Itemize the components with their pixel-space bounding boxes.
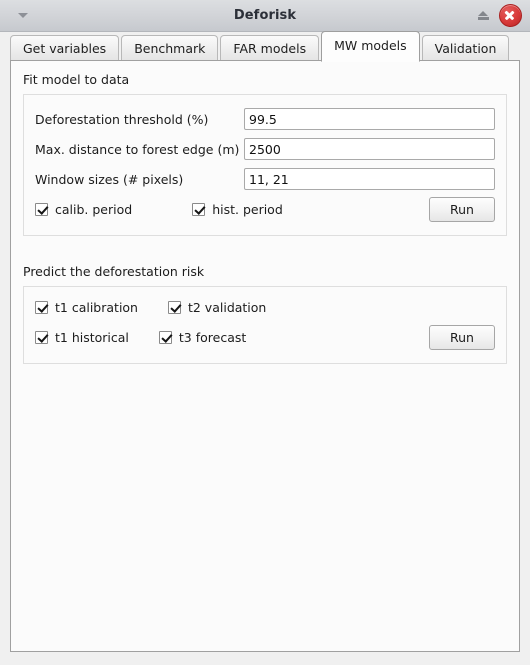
tab-far-models[interactable]: FAR models — [220, 35, 320, 62]
close-icon[interactable] — [499, 4, 522, 27]
checkbox-t1-calibration[interactable]: t1 calibration — [35, 300, 138, 315]
predict-options-row-1: t1 calibration t2 validation — [24, 292, 506, 322]
checkbox-t3-forecast-label: t3 forecast — [178, 329, 247, 345]
title-bar: Deforisk — [0, 0, 530, 32]
checkbox-hist-period[interactable]: hist. period — [192, 202, 283, 217]
fit-run-button[interactable]: Run — [429, 196, 495, 222]
checkbox-calib-period[interactable]: calib. period — [35, 202, 132, 217]
window-controls — [474, 0, 522, 31]
window-sizes-input[interactable] — [244, 168, 495, 190]
tab-bar: Get variables Benchmark FAR models MW mo… — [0, 31, 530, 62]
shade-cap — [478, 11, 488, 16]
checkbox-calib-period-box[interactable] — [35, 202, 48, 216]
predict-section-title: Predict the deforestation risk — [23, 264, 205, 279]
window-shade-icon[interactable] — [474, 7, 492, 25]
checkbox-t1-historical[interactable]: t1 historical — [35, 330, 129, 345]
checkbox-t3-forecast-box[interactable] — [158, 330, 172, 344]
max-distance-input[interactable] — [244, 138, 495, 160]
tab-validation[interactable]: Validation — [421, 35, 510, 62]
max-distance-row: Max. distance to forest edge (m) — [24, 134, 506, 164]
window-sizes-row: Window sizes (# pixels) — [24, 164, 506, 194]
checkbox-hist-period-box[interactable] — [192, 202, 206, 216]
tab-mw-models[interactable]: MW models — [321, 31, 420, 62]
tab-benchmark[interactable]: Benchmark — [121, 35, 219, 62]
window-title: Deforisk — [233, 8, 297, 23]
predict-options-row-2: t1 historical t3 forecast Run — [24, 322, 506, 352]
shade-bar — [477, 17, 489, 20]
checkbox-t3-forecast[interactable]: t3 forecast — [158, 329, 247, 345]
checkbox-t1-historical-box[interactable] — [35, 330, 48, 344]
checkbox-t1-calibration-label: t1 calibration — [55, 299, 138, 315]
predict-run-button[interactable]: Run — [429, 324, 495, 350]
checkbox-calib-period-label: calib. period — [55, 201, 133, 217]
fit-model-groupbox: Deforestation threshold (%) Max. distanc… — [23, 94, 507, 236]
mw-models-panel: Fit model to data Deforestation threshol… — [10, 60, 520, 652]
predict-risk-groupbox: t1 calibration t2 validation t1 historic… — [23, 286, 507, 364]
checkbox-t2-validation-label: t2 validation — [187, 299, 267, 315]
chevron-down-icon — [18, 13, 28, 18]
fit-section-title: Fit model to data — [23, 72, 130, 87]
window-menu-button[interactable] — [12, 0, 34, 31]
tab-get-variables[interactable]: Get variables — [10, 35, 120, 62]
deforestation-threshold-input[interactable] — [244, 108, 495, 130]
checkbox-hist-period-label: hist. period — [212, 201, 283, 217]
checkbox-t2-validation-box[interactable] — [167, 300, 181, 314]
predict-groupbox-spacer — [24, 352, 506, 363]
checkbox-t2-validation[interactable]: t2 validation — [167, 299, 267, 315]
fit-options-row: calib. period hist. period Run — [24, 194, 506, 224]
deforestation-threshold-row: Deforestation threshold (%) — [24, 104, 506, 134]
checkbox-t1-calibration-box[interactable] — [35, 300, 48, 314]
max-distance-label: Max. distance to forest edge (m) — [35, 141, 240, 157]
checkbox-t1-historical-label: t1 historical — [55, 329, 129, 345]
deforestation-threshold-label: Deforestation threshold (%) — [35, 111, 209, 127]
fit-groupbox-spacer — [24, 224, 506, 235]
window-sizes-label: Window sizes (# pixels) — [35, 171, 184, 187]
